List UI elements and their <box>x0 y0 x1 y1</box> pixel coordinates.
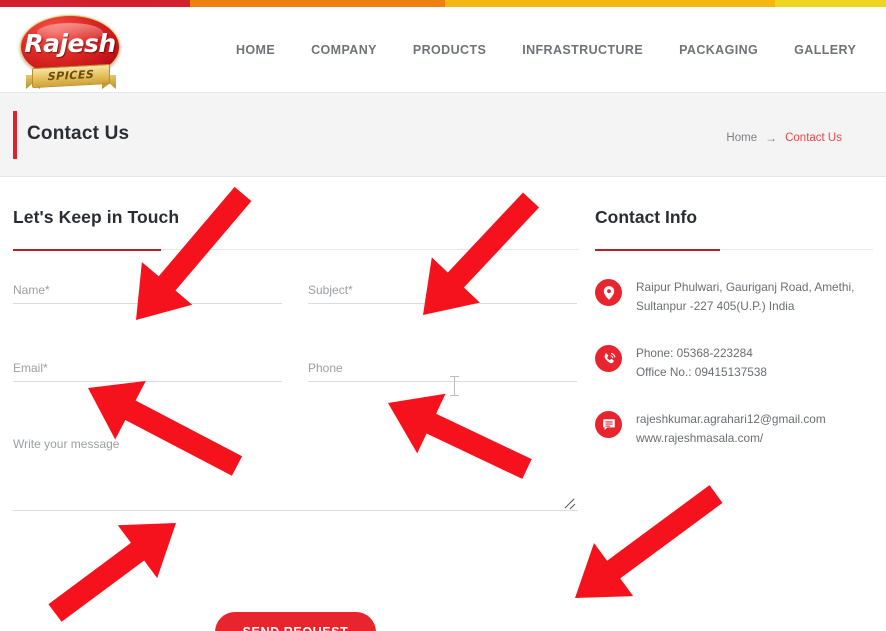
email-address[interactable]: rajeshkumar.agrahari12@gmail.com <box>636 410 826 429</box>
message-textarea-placeholder: Write your message <box>13 437 120 451</box>
breadcrumb-current-page[interactable]: Contact Us <box>785 132 842 144</box>
page-title: Contact Us <box>27 123 130 144</box>
breadcrumb: Home → Contact Us <box>726 131 842 145</box>
website-url[interactable]: www.rajeshmasala.com/ <box>636 429 826 448</box>
nav-item-products[interactable]: PRODUCTS <box>395 43 504 57</box>
subject-input-placeholder: Subject* <box>308 283 353 297</box>
nav-item-home[interactable]: HOME <box>218 43 293 57</box>
phone-line-2: Office No.: 09415137538 <box>636 365 767 379</box>
stripe-segment-orange <box>190 0 445 7</box>
nav-item-packaging[interactable]: PACKAGING <box>661 43 776 57</box>
contact-page: Rajesh SPICES HOME COMPANY PRODUCTS INFR… <box>0 0 886 631</box>
message-textarea-underline <box>13 510 578 511</box>
stripe-segment-amber <box>445 0 775 7</box>
contact-info-heading: Contact Info <box>595 207 698 227</box>
phone-input-underline <box>308 381 577 382</box>
text-cursor-icon <box>450 375 459 397</box>
contact-info-address: Raipur Phulwari, Gauriganj Road, Amethi,… <box>595 278 873 316</box>
logo-wordmark: Rajesh <box>24 29 116 58</box>
stripe-segment-yellow <box>775 0 886 7</box>
breadcrumb-home[interactable]: Home <box>726 132 757 144</box>
logo-ribbon-label: SPICES <box>47 67 95 84</box>
location-pin-icon <box>595 279 622 306</box>
title-accent-bar <box>13 111 17 159</box>
contact-info-email: rajeshkumar.agrahari12@gmail.com www.raj… <box>595 410 873 448</box>
stripe-segment-red <box>0 0 190 7</box>
subject-input-underline <box>308 303 577 304</box>
name-input-underline <box>13 303 282 304</box>
brand-logo[interactable]: Rajesh SPICES <box>14 13 126 93</box>
form-heading-rule <box>13 249 578 251</box>
contact-info-phone: Phone: 05368-223284 Office No.: 09415137… <box>595 344 873 382</box>
phone-icon <box>595 345 622 372</box>
nav-item-company[interactable]: COMPANY <box>293 43 395 57</box>
phone-line-1: Phone: 05368-223284 <box>636 346 753 360</box>
site-header: Rajesh SPICES HOME COMPANY PRODUCTS INFR… <box>0 7 886 92</box>
form-row-1: Name* Subject* <box>13 283 578 304</box>
phone-input-placeholder: Phone <box>308 361 343 375</box>
email-text: rajeshkumar.agrahari12@gmail.com www.raj… <box>636 410 826 448</box>
address-text: Raipur Phulwari, Gauriganj Road, Amethi,… <box>636 278 854 316</box>
message-icon <box>595 411 622 438</box>
textarea-resize-handle[interactable] <box>563 495 576 510</box>
address-line-2: Sultanpur -227 405(U.P.) India <box>636 299 795 313</box>
form-heading: Let's Keep in Touch <box>13 207 180 227</box>
form-row-2: Email* Phone <box>13 361 578 382</box>
name-input-placeholder: Name* <box>13 283 50 297</box>
breadcrumb-arrow-icon: → <box>765 131 778 145</box>
email-input-placeholder: Email* <box>13 361 48 375</box>
page-title-band: Contact Us Home → Contact Us <box>0 92 886 177</box>
caret-bottom-bar <box>450 394 459 396</box>
field-message[interactable]: Write your message <box>13 437 578 511</box>
spacer-2b <box>13 337 578 361</box>
contact-info-panel: Contact Info Raipur Phulwari, Gauriganj … <box>595 207 873 448</box>
nav-item-gallery[interactable]: GALLERY <box>776 43 874 57</box>
caret-top-bar <box>450 376 459 378</box>
field-phone[interactable]: Phone <box>308 361 577 382</box>
nav-item-infrastructure[interactable]: INFRASTRUCTURE <box>504 43 661 57</box>
email-input-underline <box>13 381 282 382</box>
main-navigation: HOME COMPANY PRODUCTS INFRASTRUCTURE PAC… <box>218 7 886 92</box>
logo-ribbon: SPICES <box>32 63 110 89</box>
field-subject[interactable]: Subject* <box>308 283 577 304</box>
submit-row: SEND REQUEST <box>13 612 578 631</box>
caret-stem <box>454 377 456 395</box>
send-request-button[interactable]: SEND REQUEST <box>214 612 377 631</box>
address-line-1: Raipur Phulwari, Gauriganj Road, Amethi, <box>636 280 855 294</box>
main-content: Let's Keep in Touch Name* Subject* Email… <box>0 177 886 631</box>
field-email[interactable]: Email* <box>13 361 282 382</box>
message-textarea-body[interactable] <box>13 457 578 510</box>
contact-info-rule <box>595 249 873 251</box>
phone-text: Phone: 05368-223284 Office No.: 09415137… <box>636 344 767 382</box>
contact-form: Let's Keep in Touch Name* Subject* Email… <box>13 207 578 631</box>
field-name[interactable]: Name* <box>13 283 282 304</box>
top-color-stripe <box>0 0 886 7</box>
